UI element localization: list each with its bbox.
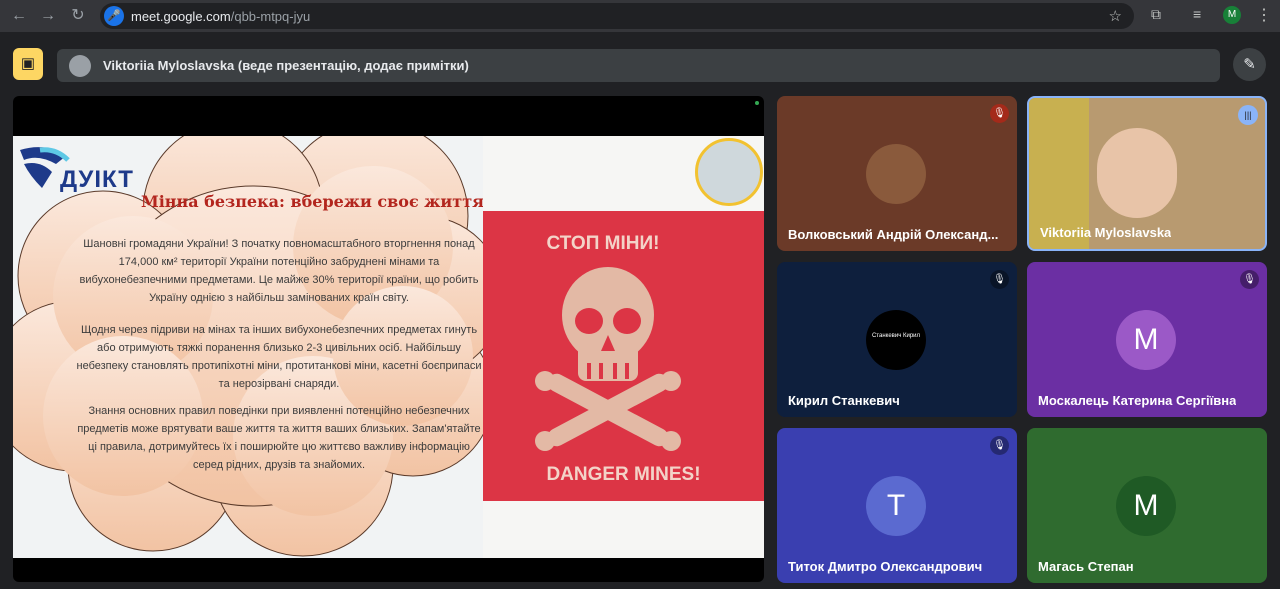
reload-icon[interactable]: ↻ [67, 5, 89, 27]
presenter-avatar [69, 55, 91, 77]
back-icon[interactable]: ← [8, 5, 30, 27]
participant-name: Титок Дмитро Олександрович [788, 559, 983, 574]
participant-tile[interactable]: ||| Viktoriia Myloslavska [1027, 96, 1267, 251]
avatar: M [1116, 476, 1176, 536]
avatar: M [1116, 310, 1176, 370]
sign-bottom-text: DANGER MINES! [546, 464, 701, 485]
participant-tile[interactable]: Станкевич Кирил 🎙 Кирил Станкевич [777, 262, 1017, 417]
skull-crossbones-icon [535, 267, 681, 451]
menu-icon[interactable]: ⋮ [1256, 5, 1272, 25]
participant-name: Viktoriia Myloslavska [1040, 225, 1172, 240]
mic-off-icon: 🎙 [1240, 270, 1259, 289]
speaking-indicator-icon: ||| [1238, 105, 1258, 125]
url-path: /qbb-mtpq-jyu [230, 9, 311, 24]
forward-icon[interactable]: → [37, 5, 59, 27]
slide-title: Мінна безпека: вбережи своє життя [141, 192, 484, 211]
presenter-banner-text: Viktoriia Myloslavska (веде презентацію,… [103, 58, 469, 73]
url-host: meet.google.com [131, 9, 231, 24]
address-bar[interactable]: 🎤 meet.google.com/qbb-mtpq-jyu ☆ [100, 3, 1134, 29]
participant-name: Москалець Катерина Сергіївна [1038, 393, 1237, 408]
participant-name: Волковський Андрій Олександ... [788, 227, 999, 242]
participant-name: Магась Степан [1038, 559, 1134, 574]
media-icon[interactable]: ≡ [1193, 6, 1201, 22]
avatar: Станкевич Кирил [866, 310, 926, 370]
participant-tile[interactable]: M Магась Степан [1027, 428, 1267, 583]
participant-tile[interactable]: T 🎙 Титок Дмитро Олександрович [777, 428, 1017, 583]
slide-paragraph-3: Знання основних правил поведінки при вия… [77, 405, 481, 471]
annotate-icon[interactable]: ✎ [1233, 48, 1266, 81]
emblem-logo [695, 138, 763, 206]
presenter-banner: Viktoriia Myloslavska (веде презентацію,… [57, 49, 1220, 82]
participant-tile[interactable]: M 🎙 Москалець Катерина Сергіївна [1027, 262, 1267, 417]
profile-avatar[interactable]: M [1223, 6, 1241, 24]
avatar: T [866, 476, 926, 536]
slide-paragraph-1: Шановні громадяни України! З початку пов… [79, 238, 479, 304]
sign-top-text: СТОП МІНИ! [546, 233, 660, 254]
avatar [866, 144, 926, 204]
mic-off-icon: 🎙 [990, 270, 1009, 289]
presentation-slide: ДУІКТ Мінна безпека: вбережи своє життя … [13, 136, 764, 558]
camera-face [1097, 128, 1177, 218]
recording-dot [755, 101, 759, 105]
participant-name: Кирил Станкевич [788, 393, 900, 408]
mic-off-icon: 🎙 [990, 436, 1009, 455]
red-warning-sign: СТОП МІНИ! DANGER MINES! [483, 211, 764, 501]
star-icon[interactable]: ☆ [1109, 7, 1122, 25]
extensions-icon[interactable]: ⧉ [1151, 6, 1161, 23]
logo-text: ДУІКТ [60, 166, 134, 193]
url-text: meet.google.com/qbb-mtpq-jyu [131, 9, 310, 24]
slide-paragraph-2: Щодня через підриви на мінах та інших ви… [76, 324, 482, 390]
participant-tile[interactable]: 🎙 Волковський Андрій Олександ... [777, 96, 1017, 251]
presentation-stage: ДУІКТ Мінна безпека: вбережи своє життя … [13, 96, 764, 582]
mic-off-icon: 🎙 [990, 104, 1009, 123]
browser-toolbar: ← → ↻ 🎤 meet.google.com/qbb-mtpq-jyu ☆ ⧉… [0, 0, 1280, 32]
site-info-icon[interactable]: 🎤 [104, 6, 124, 26]
stop-presenting-icon[interactable]: ▣ [13, 48, 43, 80]
